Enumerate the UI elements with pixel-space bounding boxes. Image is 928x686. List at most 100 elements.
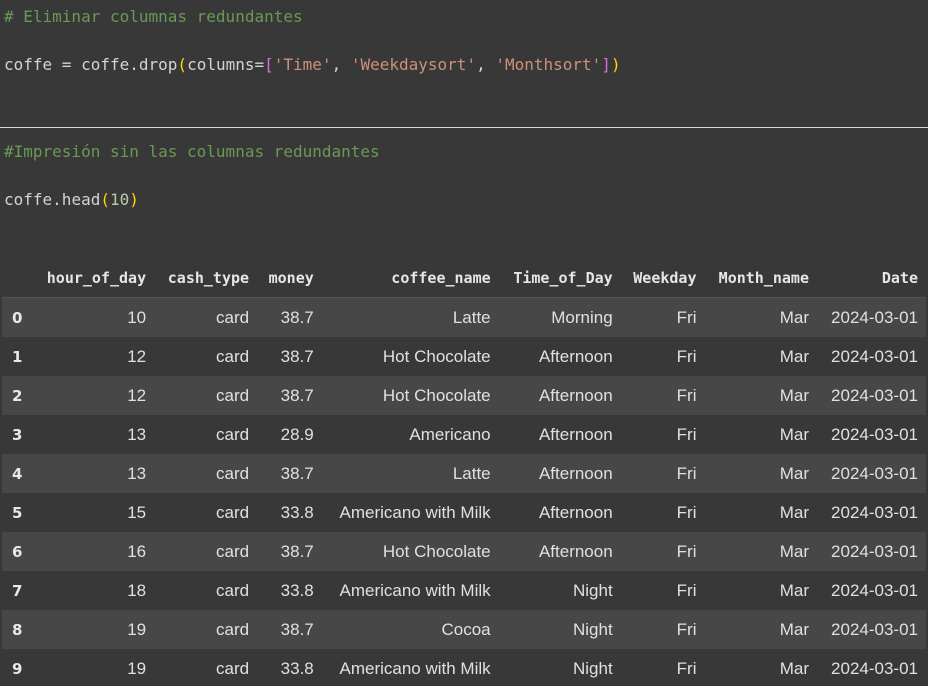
table-cell: Hot Chocolate <box>382 385 491 405</box>
table-cell: card <box>215 385 250 405</box>
table-cell: Mar <box>779 424 809 444</box>
table-cell: Mar <box>779 346 809 366</box>
table-cell: 13 <box>127 463 147 483</box>
table-cell: Mar <box>779 463 809 483</box>
row-index: 9 <box>12 659 23 678</box>
table-cell: 19 <box>127 658 147 678</box>
column-header: cash_type <box>154 259 258 298</box>
table-cell: 18 <box>127 580 147 600</box>
table-cell: Fri <box>676 385 697 405</box>
row-index: 4 <box>12 464 23 483</box>
table-row: 6 16 card 38.7 Hot Chocolate Afternoon Fri Mar 2… <box>2 532 926 571</box>
table-cell: 38.7 <box>280 307 314 327</box>
table-cell: Americano with Milk <box>339 502 491 522</box>
table-cell: Afternoon <box>538 541 613 561</box>
code-bracket: [ <box>264 55 274 74</box>
code-string: 'Weekdaysort' <box>350 55 477 74</box>
code-token: , <box>476 55 496 74</box>
code-cell-drop[interactable]: # Eliminar columnas redundantes coffe = … <box>0 0 928 118</box>
code-paren: ( <box>177 55 188 74</box>
row-index: 1 <box>12 347 23 366</box>
table-cell: Americano <box>409 424 491 444</box>
code-token: = <box>52 55 82 74</box>
table-cell: Fri <box>676 346 697 366</box>
table-cell: 2024-03-01 <box>831 463 918 483</box>
column-header: coffee_name <box>321 259 499 298</box>
table-cell: Night <box>573 619 613 639</box>
table-row: 5 15 card 33.8 Americano with Milk Afternoon F… <box>2 493 926 532</box>
table-cell: Fri <box>676 580 697 600</box>
table-cell: 12 <box>127 385 147 405</box>
table-cell: Afternoon <box>538 346 613 366</box>
table-cell: Fri <box>676 463 697 483</box>
table-cell: 16 <box>127 541 147 561</box>
table-cell: card <box>215 658 250 678</box>
row-index: 3 <box>12 425 23 444</box>
table-cell: Mar <box>779 580 809 600</box>
table-cell: 38.7 <box>280 619 314 639</box>
table-cell: card <box>215 502 250 522</box>
code-comment: # Eliminar columnas redundantes <box>4 7 303 26</box>
table-cell: Fri <box>676 307 697 327</box>
table-cell: Latte <box>452 463 491 483</box>
column-header: money <box>257 259 322 298</box>
table-cell: Fri <box>676 424 697 444</box>
code-token: columns= <box>187 55 265 74</box>
code-token: .drop <box>129 55 178 74</box>
table-cell: 15 <box>127 502 147 522</box>
code-number: 10 <box>109 190 130 209</box>
table-cell: card <box>215 619 250 639</box>
table-cell: 2024-03-01 <box>831 580 918 600</box>
table-cell: 28.9 <box>280 424 314 444</box>
code-bracket: ] <box>601 55 611 74</box>
table-cell: Afternoon <box>538 502 613 522</box>
table-row: 9 19 card 33.8 Americano with Milk Night Fri Ma… <box>2 649 926 686</box>
table-cell: Mar <box>779 385 809 405</box>
table-cell: Morning <box>551 307 613 327</box>
code-token: , <box>331 55 351 74</box>
table-cell: Mar <box>779 541 809 561</box>
table-cell: 38.7 <box>280 346 314 366</box>
table-cell: Afternoon <box>538 463 613 483</box>
code-line-head: coffe.head(10) <box>4 190 139 210</box>
code-string: 'Monthsort' <box>495 55 602 74</box>
code-token: .head <box>52 190 101 209</box>
table-cell: 2024-03-01 <box>831 307 918 327</box>
table-cell: Hot Chocolate <box>382 346 491 366</box>
row-index: 0 <box>12 308 23 327</box>
table-cell: 13 <box>127 424 147 444</box>
table-cell: Cocoa <box>441 619 491 639</box>
column-header: hour_of_day <box>32 259 155 298</box>
code-cell-head[interactable]: #Impresión sin las columnas redundantes … <box>0 131 928 249</box>
table-cell: Americano with Milk <box>339 658 491 678</box>
table-cell: Mar <box>779 619 809 639</box>
table-cell: Hot Chocolate <box>382 541 491 561</box>
table-row: 4 13 card 38.7 Latte Afternoon Fri Mar 2024-03-0… <box>2 454 926 493</box>
table-cell: Latte <box>452 307 491 327</box>
code-token: coffe <box>4 190 53 209</box>
table-row: 2 12 card 38.7 Hot Chocolate Afternoon Fri Mar 2… <box>2 376 926 415</box>
table-cell: Afternoon <box>538 385 613 405</box>
table-cell: 2024-03-01 <box>831 346 918 366</box>
row-index: 5 <box>12 503 23 522</box>
table-cell: 38.7 <box>280 463 314 483</box>
table-cell: 19 <box>127 619 147 639</box>
table-cell: Americano with Milk <box>339 580 491 600</box>
code-line-drop: coffe = coffe.drop(columns=['Time', 'Wee… <box>4 55 621 75</box>
row-index: 2 <box>12 386 23 405</box>
table-cell: Fri <box>676 619 697 639</box>
table-cell: 10 <box>127 307 147 327</box>
code-token: coffe <box>4 55 53 74</box>
code-paren: ( <box>100 190 110 209</box>
row-index: 7 <box>12 581 23 600</box>
dataframe-table: hour_of_day cash_type money coffee_name … <box>2 259 926 686</box>
table-row: 7 18 card 33.8 Americano with Milk Night Fri Ma… <box>2 571 926 610</box>
table-cell: Fri <box>676 502 697 522</box>
table-cell: 33.8 <box>280 502 314 522</box>
row-index: 6 <box>12 542 23 561</box>
cell-separator <box>0 127 928 128</box>
table-cell: card <box>215 307 250 327</box>
table-cell: card <box>215 580 250 600</box>
table-cell: 2024-03-01 <box>831 541 918 561</box>
table-cell: Fri <box>676 541 697 561</box>
